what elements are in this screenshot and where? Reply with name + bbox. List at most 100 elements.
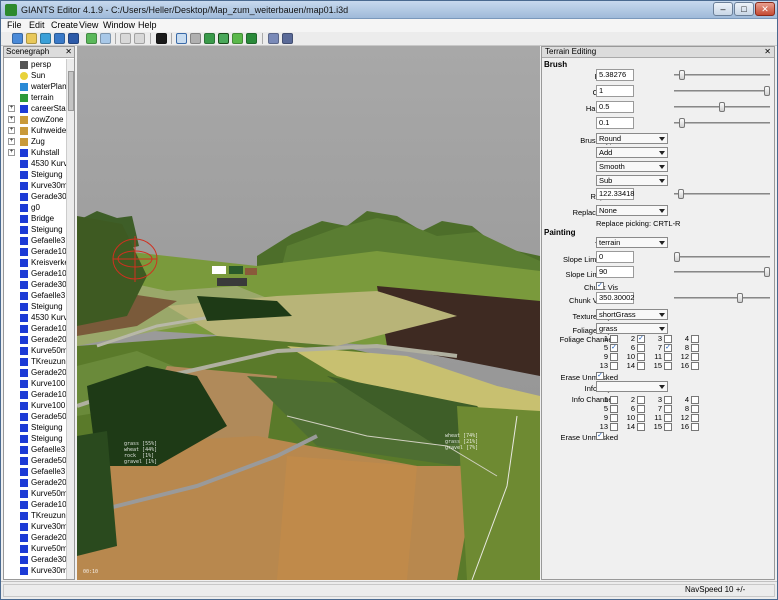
terrain-paint-icon[interactable]	[218, 33, 229, 44]
channel-checkbox[interactable]	[664, 353, 672, 361]
expand-icon[interactable]: +	[8, 105, 15, 112]
value-slider[interactable]	[674, 122, 770, 124]
chunk-vis-dist-input[interactable]: 350.30002	[596, 292, 634, 304]
tree-item[interactable]: + Zug	[8, 136, 66, 147]
opacity-slider-handle[interactable]	[764, 86, 770, 96]
menu-window[interactable]: Window	[103, 20, 135, 30]
tree-item[interactable]: g0	[8, 202, 66, 213]
channel-checkbox[interactable]	[637, 353, 645, 361]
channel-checkbox[interactable]	[691, 362, 699, 370]
title-bar[interactable]: GIANTS Editor 4.1.9 - C:/Users/Heller/De…	[1, 1, 777, 19]
replace-input[interactable]: 122.33418	[596, 188, 634, 200]
tree-item[interactable]: + careerStartPoint	[8, 103, 66, 114]
tree-item[interactable]: Kurve100	[8, 378, 66, 389]
erase-unmasked-checkbox[interactable]: ✓	[596, 372, 604, 380]
tree-item[interactable]: Kurve30m	[8, 521, 66, 532]
tree-item[interactable]: 4530 Kurve	[8, 312, 66, 323]
close-button[interactable]: ✕	[755, 2, 775, 16]
channel-checkbox[interactable]	[664, 396, 672, 404]
chunk-vis-dist-slider-handle[interactable]	[737, 293, 743, 303]
opacity-input[interactable]: 1	[596, 85, 634, 97]
tree-item[interactable]: Gerade30	[8, 279, 66, 290]
channel-checkbox[interactable]: ✓	[610, 344, 618, 352]
tree-item[interactable]: Gerade50	[8, 455, 66, 466]
tree-item[interactable]: Gerade10	[8, 268, 66, 279]
channel-checkbox[interactable]	[610, 423, 618, 431]
channel-checkbox[interactable]: ✓	[664, 344, 672, 352]
tree-item[interactable]: Gefaelle3	[8, 466, 66, 477]
tree-item[interactable]: Kurve50m	[8, 345, 66, 356]
tree-item[interactable]: Gerade30	[8, 191, 66, 202]
channel-checkbox[interactable]	[610, 335, 618, 343]
slope-limit-end-slider[interactable]	[674, 271, 770, 273]
tree-item[interactable]: Kreisverkehr	[8, 257, 66, 268]
tree-item[interactable]: Gerade10	[8, 499, 66, 510]
terrain-select[interactable]: terrain	[596, 237, 668, 248]
channel-checkbox[interactable]	[691, 423, 699, 431]
maximize-button[interactable]: □	[734, 2, 754, 16]
channel-checkbox[interactable]	[637, 423, 645, 431]
tree-item[interactable]: Gerade20	[8, 367, 66, 378]
tree-item[interactable]: Gerade30	[8, 554, 66, 565]
expand-icon[interactable]: +	[8, 138, 15, 145]
channel-checkbox[interactable]	[637, 414, 645, 422]
radius-slider-handle[interactable]	[679, 70, 686, 80]
scenegraph-close-icon[interactable]: ✕	[65, 47, 72, 56]
tree-item[interactable]: Steigung	[8, 169, 66, 180]
tree-item[interactable]: waterPlane	[8, 81, 66, 92]
move-tool-icon[interactable]	[190, 33, 201, 44]
replace-slider-handle[interactable]	[677, 189, 684, 199]
channel-checkbox[interactable]	[610, 362, 618, 370]
tree-item[interactable]: persp	[8, 59, 66, 70]
terrain-editing-close-icon[interactable]: ✕	[764, 47, 771, 56]
menu-help[interactable]: Help	[138, 20, 157, 30]
save-icon[interactable]	[54, 33, 65, 44]
tree-item[interactable]: Kurve100	[8, 400, 66, 411]
scenegraph-scrollbar[interactable]	[66, 59, 74, 579]
expand-icon[interactable]: +	[8, 127, 15, 134]
channel-checkbox[interactable]	[637, 344, 645, 352]
radius-input[interactable]: 5.38276	[596, 69, 634, 81]
rmb-select[interactable]: Sub	[596, 175, 668, 186]
foliage-layer-select[interactable]: grass	[596, 323, 668, 334]
channel-checkbox[interactable]	[637, 405, 645, 413]
tree-item[interactable]: Kurve30m	[8, 180, 66, 191]
settings-icon[interactable]	[268, 33, 279, 44]
tree-item[interactable]: Gefaelle3	[8, 235, 66, 246]
menu-view[interactable]: View	[79, 20, 98, 30]
channel-checkbox[interactable]	[664, 405, 672, 413]
tree-item[interactable]: Gerade20	[8, 532, 66, 543]
tree-item[interactable]: Gerade10	[8, 389, 66, 400]
redo-icon[interactable]	[134, 33, 145, 44]
open-icon[interactable]	[40, 33, 51, 44]
chunk-vis-checkbox[interactable]: ✓	[596, 282, 604, 290]
menu-file[interactable]: File	[7, 20, 22, 30]
tree-item[interactable]: Kurve50m	[8, 488, 66, 499]
erase-unmasked-2-checkbox[interactable]: ✓	[596, 432, 604, 440]
channel-checkbox[interactable]	[610, 353, 618, 361]
tree-item[interactable]: Gerade20	[8, 477, 66, 488]
tree-item[interactable]: TKreuzung	[8, 510, 66, 521]
chunk-vis-dist-slider[interactable]	[674, 297, 770, 299]
channel-checkbox[interactable]	[610, 414, 618, 422]
brush-type-select[interactable]: Round	[596, 133, 668, 144]
tree-item[interactable]: Kurve30m	[8, 565, 66, 576]
tree-item[interactable]: Steigung	[8, 422, 66, 433]
channel-checkbox[interactable]	[664, 414, 672, 422]
lmb-select[interactable]: Add	[596, 147, 668, 158]
slope-limit-start-input[interactable]: 0	[596, 251, 634, 263]
tree-item[interactable]: Steigung	[8, 433, 66, 444]
export-icon[interactable]	[100, 33, 111, 44]
tree-item[interactable]: + cowZone	[8, 114, 66, 125]
slope-limit-start-slider[interactable]	[674, 256, 770, 258]
channel-checkbox[interactable]	[691, 344, 699, 352]
channel-checkbox[interactable]	[691, 335, 699, 343]
tree-item[interactable]: 4530 Kurve	[8, 158, 66, 169]
tree-item[interactable]: Gerade50	[8, 411, 66, 422]
info-layer-select[interactable]	[596, 381, 668, 392]
channel-checkbox[interactable]	[691, 414, 699, 422]
radius-slider[interactable]	[674, 74, 770, 76]
tree-item[interactable]: Steigung	[8, 301, 66, 312]
channel-checkbox[interactable]: ✓	[637, 335, 645, 343]
channel-checkbox[interactable]	[637, 396, 645, 404]
